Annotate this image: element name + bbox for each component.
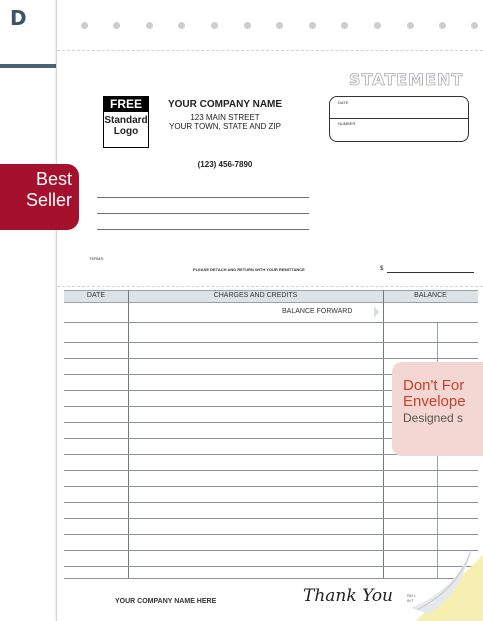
date-number-box: DATE NUMBER (329, 96, 469, 142)
logo-text-line1: Standard (104, 115, 148, 126)
logo-placeholder: FREE Standard Logo (103, 96, 149, 148)
badge-line1: Best (35, 169, 72, 189)
ledger-row-line (64, 486, 478, 487)
binder-hole (113, 22, 120, 29)
binder-hole (407, 22, 414, 29)
binder-hole (244, 22, 251, 29)
ledger-row-line (64, 322, 478, 323)
binder-hole (276, 22, 283, 29)
number-label: NUMBER (338, 121, 356, 126)
binder-hole (374, 22, 381, 29)
address-line (97, 213, 309, 214)
detach-instruction: PLEASE DETACH AND RETURN WITH YOUR REMIT… (193, 267, 305, 272)
binder-hole (81, 22, 88, 29)
address-line (97, 229, 309, 230)
binder-hole (341, 22, 348, 29)
company-name: YOUR COMPANY NAME (167, 99, 283, 110)
binder-hole (439, 22, 446, 29)
binder-hole (178, 22, 185, 29)
column-header-balance: BALANCE (414, 292, 447, 299)
footer-company-name: YOUR COMPANY NAME HERE (115, 598, 217, 605)
best-seller-badge: Best Seller (0, 164, 79, 230)
balance-forward-arrow (374, 306, 379, 318)
ledger-header-row: DATE CHARGES AND CREDITS BALANCE (64, 290, 478, 303)
ledger-row-line (64, 470, 478, 471)
ledger-row-line (64, 518, 478, 519)
remittance-amount-line (387, 272, 474, 273)
binder-hole (146, 22, 153, 29)
binder-hole (309, 22, 316, 29)
ledger-row-line (64, 342, 478, 343)
balance-forward-label: BALANCE FORWARD (282, 308, 353, 315)
promo-headline-line1: Don't For (403, 377, 465, 394)
page-curl-carbon-copies (411, 550, 483, 621)
ledger-row-line (64, 502, 478, 503)
perforation-line (57, 50, 483, 51)
ledger-row-line (64, 534, 478, 535)
promo-headline-line2: Envelope (403, 393, 466, 410)
logo-text-line2: Logo (113, 126, 139, 137)
envelope-promo-callout[interactable]: Don't For Envelope Designed s (392, 362, 483, 456)
form-title: STATEMENT (349, 70, 464, 90)
thank-you-script: Thank You (303, 586, 394, 606)
promo-subtext: Designed s (403, 411, 464, 425)
ledger-row-line (64, 358, 478, 359)
column-header-date: DATE (86, 292, 106, 299)
date-label: DATE (338, 100, 349, 105)
company-city: YOUR TOWN, STATE AND ZIP (169, 122, 281, 131)
logo-free-label: FREE (104, 97, 148, 112)
binder-hole (471, 22, 478, 29)
category-divider-bar (0, 64, 56, 68)
company-phone: (123) 456-7890 (197, 160, 253, 169)
terms-label: TERMS: (89, 256, 105, 261)
detach-perforation-line (57, 286, 483, 287)
badge-line2: Seller (25, 190, 72, 210)
logo-text: Standard Logo (104, 115, 148, 137)
column-header-charges: CHARGES AND CREDITS (213, 292, 298, 299)
address-line (97, 197, 309, 198)
category-letter: D (10, 6, 27, 30)
date-box-divider (330, 118, 468, 119)
binder-hole (211, 22, 218, 29)
company-street: 123 MAIN STREET (190, 113, 260, 122)
remittance-dollar-sign: $ (380, 266, 384, 272)
statement-form-sheet: FREE Standard Logo YOUR COMPANY NAME 123… (56, 0, 483, 621)
